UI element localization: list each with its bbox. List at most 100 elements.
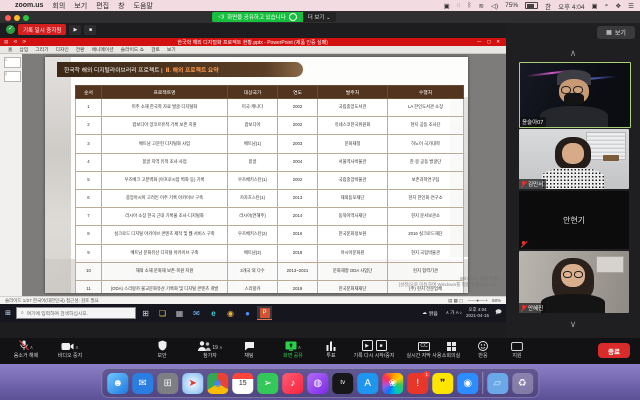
chat-button[interactable]: 채팅: [234, 340, 264, 359]
dock-app-icon[interactable]: ➢: [257, 373, 278, 394]
close-window-button[interactable]: [5, 15, 11, 21]
ribbon-tab[interactable]: 검토: [151, 46, 160, 53]
screen-record-icon[interactable]: ▣: [592, 2, 598, 10]
scroll-up-chevron[interactable]: ∧: [506, 49, 640, 57]
security-button[interactable]: 보안: [146, 340, 178, 359]
ribbon-tab[interactable]: 애니메이션: [92, 46, 114, 53]
menu-meeting[interactable]: 회의: [52, 1, 65, 11]
video-tile[interactable]: 김민서: [519, 129, 629, 189]
menu-app-name[interactable]: zoom.us: [15, 2, 43, 9]
dock-app-icon[interactable]: ♻: [512, 373, 533, 394]
video-tile[interactable]: 안현기: [519, 191, 629, 249]
stop-recording-button[interactable]: ■: [84, 25, 96, 35]
siri-icon[interactable]: ❖: [615, 2, 621, 10]
minimize-window-button[interactable]: [14, 15, 20, 21]
participants-button[interactable]: 19 ∧ 참가자: [186, 340, 234, 359]
notification-center-icon[interactable]: 🗩: [491, 306, 506, 320]
view-buttons[interactable]: ▤ ▦ ▢: [448, 298, 463, 304]
dock-app-icon[interactable]: ❀: [382, 373, 403, 394]
dock-app-icon[interactable]: tv: [332, 373, 353, 394]
control-center-icon[interactable]: ☰: [628, 2, 634, 10]
table-row: 9 베트남 문화유산 디지털 아카이브 구축 베트남(2) 2018 아시아문화…: [76, 244, 464, 262]
menu-clock[interactable]: 오후 4:04: [558, 1, 584, 11]
zoom-percent[interactable]: 68%: [492, 298, 501, 303]
bluetooth-icon[interactable]: ᛒ: [468, 2, 472, 9]
dock-app-icon[interactable]: 15: [232, 373, 253, 394]
end-meeting-button[interactable]: 종료: [598, 343, 630, 358]
resume-recording-button[interactable]: ▶: [69, 25, 81, 35]
record-buttons[interactable]: ▶ ■ 기록 다시 시작/중지: [348, 340, 400, 359]
taskbar-app-icon[interactable]: ◉: [223, 306, 238, 320]
dock-app-icon[interactable]: ◉: [207, 373, 228, 394]
taskbar-weather[interactable]: ☁ 맑음: [422, 310, 438, 317]
slide-thumbnail[interactable]: 2: [4, 71, 21, 82]
video-tile[interactable]: 안혜진: [519, 251, 629, 313]
ribbon-tab[interactable]: 슬라이드 쇼: [121, 46, 144, 53]
taskbar-app-icon[interactable]: ●: [240, 306, 255, 320]
unmute-button[interactable]: ∧ 음소거 해제: [6, 340, 46, 359]
breakout-rooms-button[interactable]: 소회의실: [436, 340, 466, 359]
slide-thumbnail-pane[interactable]: 1 2: [0, 54, 23, 296]
stop-record-icon[interactable]: ■: [376, 340, 387, 351]
display-status-icon[interactable]: ▣: [444, 2, 450, 10]
menu-view[interactable]: 보기: [74, 1, 87, 11]
dock-app-icon[interactable]: ⊞: [157, 373, 178, 394]
taskbar-app-icon[interactable]: ▦: [172, 306, 187, 320]
stop-video-button[interactable]: ∧ 비디오 중지: [48, 340, 92, 359]
taskbar-tray[interactable]: ∧ 가 A ♪: [446, 310, 462, 316]
dock-app-icon[interactable]: A: [357, 373, 378, 394]
dock-app-icon[interactable]: ◉: [457, 373, 478, 394]
dock-app-icon[interactable]: ✉: [132, 373, 153, 394]
ribbon-tab[interactable]: 삽입: [19, 46, 28, 53]
dock-app-icon[interactable]: ▱: [487, 373, 508, 394]
reactions-button[interactable]: 반응: [470, 340, 496, 359]
slide-thumbnail[interactable]: 1: [4, 57, 21, 68]
menu-edit[interactable]: 편집: [96, 1, 109, 11]
camera-icon: [61, 342, 74, 351]
ribbon-tab[interactable]: 디자인: [56, 46, 69, 53]
quick-access-toolbar[interactable]: ▤ ⟲ ⟳: [4, 39, 28, 45]
ribbon-tab[interactable]: 홈: [8, 46, 12, 53]
dock-app-icon[interactable]: ♪: [282, 373, 303, 394]
support-button[interactable]: 지원: [502, 340, 532, 359]
dock-app-icon[interactable]: ➤: [182, 373, 203, 394]
spotlight-search-icon[interactable]: ⌕: [605, 2, 609, 10]
view-button[interactable]: ▦ 보기: [597, 26, 635, 39]
sync-status-icon[interactable]: ◌: [457, 2, 461, 9]
ribbon-tab[interactable]: 그리기: [35, 46, 48, 53]
dock-app-icon[interactable]: ◍: [307, 373, 328, 394]
dock-app-icon[interactable]: ! 1: [407, 373, 428, 394]
scroll-down-chevron[interactable]: ∨: [506, 320, 640, 328]
taskbar-clock[interactable]: 오후 4:04 2021-04-15: [466, 307, 489, 319]
ribbon-tab[interactable]: 전환: [76, 46, 85, 53]
polls-button[interactable]: 투표: [318, 340, 344, 359]
dock-app-icon[interactable]: ☻: [107, 373, 128, 394]
wifi-icon[interactable]: ≋: [479, 2, 484, 10]
taskbar-app-icon[interactable]: e: [206, 306, 221, 320]
taskbar-app-icon[interactable]: ✉: [189, 306, 204, 320]
menu-help[interactable]: 도움말: [134, 1, 153, 11]
video-tile[interactable]: 윤슬아07: [519, 62, 631, 128]
dock-app-icon[interactable]: ❞: [432, 373, 453, 394]
share-screen-button[interactable]: ∧ 화면 공유: [270, 340, 316, 359]
col-year: 연도: [278, 86, 318, 99]
taskbar-app-icon[interactable]: ⊞: [138, 306, 153, 320]
ribbon-tab[interactable]: 보기: [167, 46, 176, 53]
battery-icon: [525, 2, 538, 9]
input-source[interactable]: 한: [545, 1, 551, 11]
speaker-icon: ◁): [218, 14, 224, 20]
zoom-window-button[interactable]: [23, 15, 29, 21]
resume-record-icon[interactable]: ▶: [362, 340, 373, 351]
taskbar-search[interactable]: ⌕ 여기에 입력하여 검색하십시오.: [16, 307, 136, 319]
zoom-slider[interactable]: −──●──+: [467, 298, 488, 303]
window-controls[interactable]: — ▢ ✕: [477, 39, 502, 45]
menu-window[interactable]: 창: [118, 1, 124, 11]
volume-icon[interactable]: ◁): [491, 2, 498, 10]
share-more-button[interactable]: 더 보기 ⌄: [303, 12, 336, 22]
participant-name-label: [519, 240, 529, 249]
start-button[interactable]: ⊞: [0, 309, 16, 317]
taskbar-app-icon[interactable]: ❏: [155, 306, 170, 320]
battery-percent: 75%: [505, 2, 518, 9]
powerpoint-status-bar: 슬라이드 1/27 한국어(대한민국) 접근성: 검토 필요 ▤ ▦ ▢ −──…: [0, 296, 506, 304]
taskbar-powerpoint-icon[interactable]: P: [257, 306, 272, 320]
